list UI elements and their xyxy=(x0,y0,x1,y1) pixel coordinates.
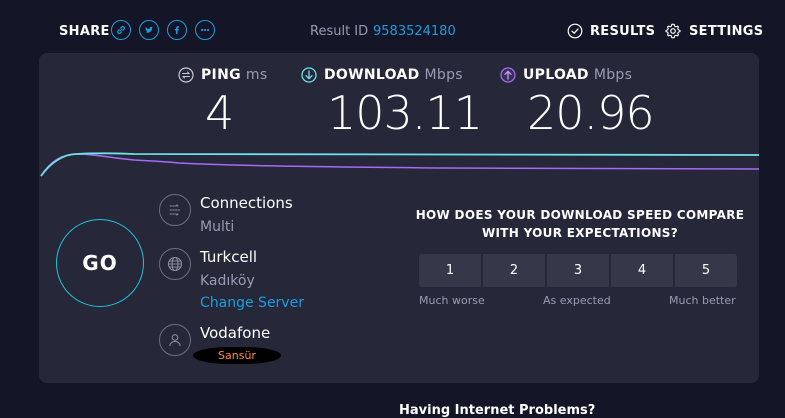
download-label: DOWNLOAD xyxy=(324,67,420,83)
user-icon xyxy=(159,324,191,356)
scale-mid-label: As expected xyxy=(543,294,611,307)
ping-label: PING xyxy=(201,67,241,83)
settings-link[interactable]: SETTINGS xyxy=(689,24,763,39)
globe-icon xyxy=(159,248,191,280)
connections-label: Connections xyxy=(200,194,293,212)
rating-option-3[interactable]: 3 xyxy=(547,254,609,287)
upload-line xyxy=(40,153,759,177)
results-link[interactable]: RESULTS xyxy=(590,24,655,39)
download-header: DOWNLOAD Mbps xyxy=(301,67,463,83)
scale-low-label: Much worse xyxy=(419,294,485,307)
result-id-link[interactable]: 9583524180 xyxy=(373,24,456,39)
result-id-label: Result ID xyxy=(310,24,369,39)
upload-icon xyxy=(500,67,516,83)
server-name: Turkcell xyxy=(200,248,258,266)
twitter-icon[interactable] xyxy=(139,20,159,40)
rating-scale: 1 2 3 4 5 xyxy=(419,254,737,287)
facebook-icon[interactable] xyxy=(167,20,187,40)
scale-high-label: Much better xyxy=(669,294,736,307)
download-unit: Mbps xyxy=(424,67,463,83)
ping-unit: ms xyxy=(245,67,268,83)
rating-option-4[interactable]: 4 xyxy=(611,254,673,287)
speed-graph xyxy=(40,152,759,177)
go-button[interactable]: GO xyxy=(56,219,144,307)
gear-icon[interactable] xyxy=(665,23,681,39)
download-line xyxy=(40,152,759,177)
rating-option-5[interactable]: 5 xyxy=(675,254,737,287)
censored-ip: Sansür xyxy=(193,347,281,364)
link-icon[interactable] xyxy=(111,20,131,40)
more-icon[interactable] xyxy=(195,20,215,40)
provider-name: Vodafone xyxy=(200,324,271,342)
download-value: 103.11 xyxy=(327,86,483,140)
upload-header: UPLOAD Mbps xyxy=(500,67,632,83)
rating-option-2[interactable]: 2 xyxy=(483,254,545,287)
survey-question: HOW DOES YOUR DOWNLOAD SPEED COMPARE WIT… xyxy=(415,208,745,240)
ping-header: PING ms xyxy=(178,67,267,83)
check-circle-icon[interactable] xyxy=(567,23,583,39)
download-icon xyxy=(301,67,317,83)
ping-value: 4 xyxy=(205,86,234,140)
ping-icon xyxy=(178,67,194,83)
server-location: Kadıköy xyxy=(200,273,255,289)
upload-value: 20.96 xyxy=(527,86,655,140)
share-label: SHARE xyxy=(59,24,110,39)
upload-unit: Mbps xyxy=(593,67,633,83)
censored-ip-label: Sansür xyxy=(218,349,256,362)
change-server-link[interactable]: Change Server xyxy=(200,295,304,311)
connections-value[interactable]: Multi xyxy=(200,219,234,235)
rating-option-1[interactable]: 1 xyxy=(419,254,481,287)
connections-icon xyxy=(159,194,191,226)
upload-label: UPLOAD xyxy=(523,67,589,83)
